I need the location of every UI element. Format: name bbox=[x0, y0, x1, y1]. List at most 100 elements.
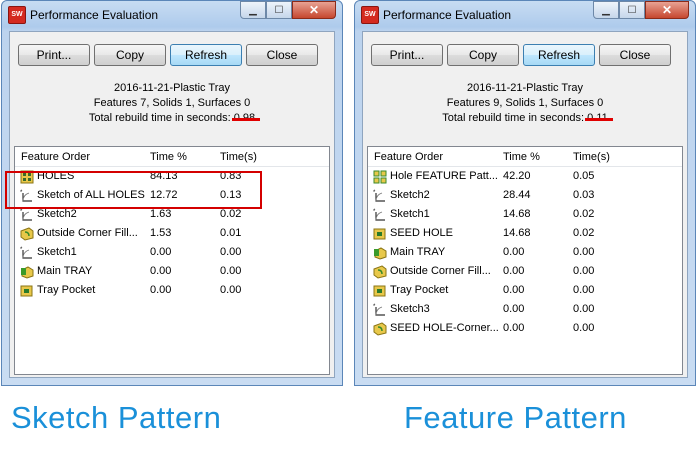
time-seconds: 0.00 bbox=[220, 284, 242, 296]
extrude-feature-icon bbox=[373, 246, 387, 260]
caption-sketch-pattern: Sketch Pattern bbox=[11, 400, 222, 435]
rebuild-time-underline bbox=[232, 118, 260, 121]
column-time-percent[interactable]: Time % bbox=[150, 151, 187, 163]
time-percent: 0.00 bbox=[150, 246, 172, 258]
feature-name: Sketch1 bbox=[37, 246, 77, 258]
feature-name: SEED HOLE-Corner... bbox=[390, 322, 499, 334]
feature-row-tray-pocket[interactable]: Tray Pocket 0.00 0.00 bbox=[15, 281, 329, 300]
window-close-button[interactable]: ✕ bbox=[645, 1, 689, 19]
pattern-feature-icon bbox=[373, 170, 387, 184]
column-feature-order[interactable]: Feature Order bbox=[21, 151, 90, 163]
feature-counts: Features 9, Solids 1, Surfaces 0 bbox=[446, 97, 604, 109]
maximize-button[interactable]: ☐ bbox=[266, 1, 292, 19]
performance-window-feature-pattern: SW Performance Evaluation ▁ ☐ ✕ Print...… bbox=[354, 0, 696, 386]
title-bar[interactable]: SW Performance Evaluation ▁ ☐ ✕ bbox=[355, 1, 695, 31]
feature-row-sketch2[interactable]: * Sketch2 28.44 0.03 bbox=[368, 186, 682, 205]
close-icon: ✕ bbox=[661, 3, 673, 17]
refresh-button[interactable]: Refresh bbox=[170, 44, 242, 66]
time-seconds: 0.00 bbox=[220, 265, 242, 277]
minimize-button[interactable]: ▁ bbox=[240, 1, 266, 19]
list-header: Feature Order Time % Time(s) bbox=[368, 147, 682, 167]
time-seconds: 0.02 bbox=[220, 208, 242, 220]
time-percent: 42.20 bbox=[503, 170, 531, 182]
cut-feature-icon bbox=[20, 284, 34, 298]
minimize-button[interactable]: ▁ bbox=[593, 1, 619, 19]
summary-info: 2016-11-21-Plastic Tray Features 7, Soli… bbox=[10, 81, 334, 126]
list-header: Feature Order Time % Time(s) bbox=[15, 147, 329, 167]
time-percent: 0.00 bbox=[150, 284, 172, 296]
time-seconds: 0.02 bbox=[573, 208, 595, 220]
fillet-feature-icon bbox=[373, 322, 387, 336]
minimize-icon: ▁ bbox=[249, 4, 257, 16]
feature-row-outside-corner-fill[interactable]: Outside Corner Fill... 1.53 0.01 bbox=[15, 224, 329, 243]
feature-counts: Features 7, Solids 1, Surfaces 0 bbox=[93, 97, 251, 109]
time-percent: 0.00 bbox=[150, 265, 172, 277]
maximize-icon: ☐ bbox=[627, 4, 637, 16]
sketch-icon: * bbox=[373, 208, 387, 222]
close-button[interactable]: Close bbox=[599, 44, 671, 66]
sketch-icon: * bbox=[373, 189, 387, 203]
feature-row-main-tray[interactable]: Main TRAY 0.00 0.00 bbox=[15, 262, 329, 281]
time-percent: 28.44 bbox=[503, 189, 531, 201]
feature-name: Sketch1 bbox=[390, 208, 430, 220]
time-seconds: 0.00 bbox=[220, 246, 242, 258]
time-seconds: 0.05 bbox=[573, 170, 595, 182]
feature-row-sketch3[interactable]: * Sketch3 0.00 0.00 bbox=[368, 300, 682, 319]
feature-row-main-tray[interactable]: Main TRAY 0.00 0.00 bbox=[368, 243, 682, 262]
sketch-icon: * bbox=[20, 208, 34, 222]
solidworks-app-icon: SW bbox=[8, 6, 26, 24]
feature-list[interactable]: Feature Order Time % Time(s) Hole FEATUR… bbox=[367, 146, 683, 375]
column-time-percent[interactable]: Time % bbox=[503, 151, 540, 163]
time-percent: 1.53 bbox=[150, 227, 172, 239]
rebuild-time-label: Total rebuild time in seconds: bbox=[88, 112, 231, 124]
feature-row-sketch1[interactable]: * Sketch1 0.00 0.00 bbox=[15, 243, 329, 262]
time-percent: 1.63 bbox=[150, 208, 172, 220]
time-seconds: 0.00 bbox=[573, 284, 595, 296]
time-seconds: 0.00 bbox=[573, 322, 595, 334]
time-percent: 0.00 bbox=[503, 284, 525, 296]
feature-row-outside-corner-fill[interactable]: Outside Corner Fill... 0.00 0.00 bbox=[368, 262, 682, 281]
feature-name: Outside Corner Fill... bbox=[390, 265, 491, 277]
time-seconds: 0.00 bbox=[573, 265, 595, 277]
time-percent: 14.68 bbox=[503, 208, 531, 220]
highlight-box bbox=[5, 171, 262, 209]
document-name: 2016-11-21-Plastic Tray bbox=[114, 82, 230, 94]
document-name: 2016-11-21-Plastic Tray bbox=[467, 82, 583, 94]
column-time-seconds[interactable]: Time(s) bbox=[573, 151, 610, 163]
feature-name: Sketch2 bbox=[37, 208, 77, 220]
feature-name: Tray Pocket bbox=[37, 284, 96, 296]
time-seconds: 0.00 bbox=[573, 246, 595, 258]
time-seconds: 0.00 bbox=[573, 303, 595, 315]
fillet-feature-icon bbox=[373, 265, 387, 279]
feature-row-tray-pocket[interactable]: Tray Pocket 0.00 0.00 bbox=[368, 281, 682, 300]
time-percent: 0.00 bbox=[503, 246, 525, 258]
rebuild-time-label: Total rebuild time in seconds: bbox=[442, 112, 585, 124]
maximize-button[interactable]: ☐ bbox=[619, 1, 645, 19]
time-percent: 14.68 bbox=[503, 227, 531, 239]
time-seconds: 0.03 bbox=[573, 189, 595, 201]
window-title: Performance Evaluation bbox=[30, 8, 159, 22]
feature-name: Sketch2 bbox=[390, 189, 430, 201]
feature-name: Outside Corner Fill... bbox=[37, 227, 138, 239]
rebuild-time-underline bbox=[585, 118, 613, 121]
copy-button[interactable]: Copy bbox=[447, 44, 519, 66]
print-button[interactable]: Print... bbox=[371, 44, 443, 66]
feature-row-sketch1[interactable]: * Sketch1 14.68 0.02 bbox=[368, 205, 682, 224]
window-close-button[interactable]: ✕ bbox=[292, 1, 336, 19]
copy-button[interactable]: Copy bbox=[94, 44, 166, 66]
refresh-button[interactable]: Refresh bbox=[523, 44, 595, 66]
summary-info: 2016-11-21-Plastic Tray Features 9, Soli… bbox=[363, 81, 687, 126]
column-time-seconds[interactable]: Time(s) bbox=[220, 151, 257, 163]
title-bar[interactable]: SW Performance Evaluation ▁ ☐ ✕ bbox=[2, 1, 342, 31]
caption-feature-pattern: Feature Pattern bbox=[404, 400, 627, 435]
feature-row-hole-feature-patt[interactable]: Hole FEATURE Patt... 42.20 0.05 bbox=[368, 167, 682, 186]
cut-feature-icon bbox=[373, 284, 387, 298]
window-title: Performance Evaluation bbox=[383, 8, 512, 22]
time-percent: 0.00 bbox=[503, 265, 525, 277]
feature-row-seed-hole[interactable]: SEED HOLE 14.68 0.02 bbox=[368, 224, 682, 243]
feature-row-seed-hole-corner[interactable]: SEED HOLE-Corner... 0.00 0.00 bbox=[368, 319, 682, 338]
close-button[interactable]: Close bbox=[246, 44, 318, 66]
column-feature-order[interactable]: Feature Order bbox=[374, 151, 443, 163]
print-button[interactable]: Print... bbox=[18, 44, 90, 66]
time-seconds: 0.01 bbox=[220, 227, 242, 239]
